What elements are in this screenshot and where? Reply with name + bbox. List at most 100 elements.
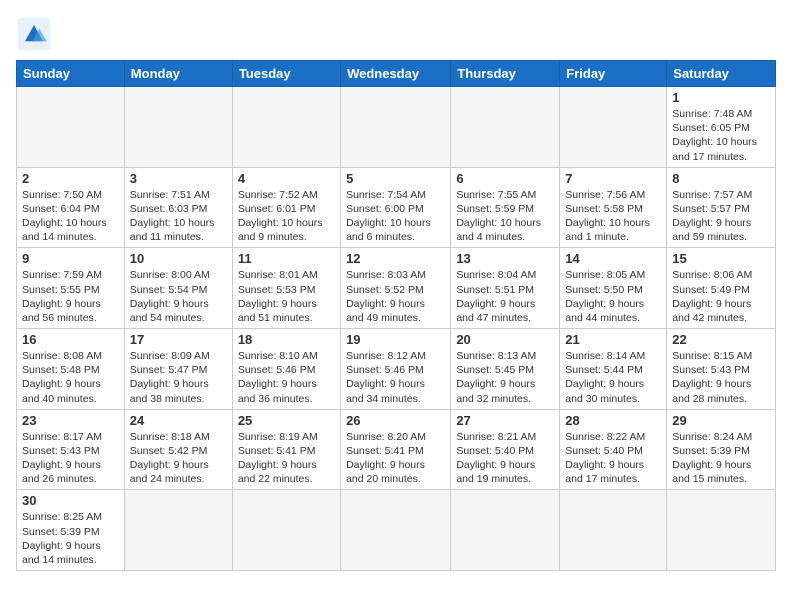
calendar-day [17, 87, 125, 168]
calendar-day: 22 Sunrise: 8:15 AM Sunset: 5:43 PM Dayli… [667, 329, 776, 410]
day-number: 16 [22, 332, 119, 347]
day-number: 3 [130, 171, 227, 186]
calendar-day [124, 87, 232, 168]
calendar-day: 8 Sunrise: 7:57 AM Sunset: 5:57 PM Daylig… [667, 167, 776, 248]
day-info: Sunrise: 8:00 AM Sunset: 5:54 PM Dayligh… [130, 268, 227, 325]
day-number: 9 [22, 251, 119, 266]
day-number: 20 [456, 332, 554, 347]
day-number: 4 [238, 171, 335, 186]
calendar-day [341, 87, 451, 168]
calendar-day: 10 Sunrise: 8:00 AM Sunset: 5:54 PM Dayli… [124, 248, 232, 329]
day-info: Sunrise: 8:08 AM Sunset: 5:48 PM Dayligh… [22, 349, 119, 406]
calendar-day: 17Sunrise: 8:09 AM Sunset: 5:47 PM Dayli… [124, 329, 232, 410]
day-number: 1 [672, 90, 770, 105]
calendar-header-row: SundayMondayTuesdayWednesdayThursdayFrid… [17, 61, 776, 87]
calendar-day: 6 Sunrise: 7:55 AM Sunset: 5:59 PM Daylig… [451, 167, 560, 248]
day-number: 8 [672, 171, 770, 186]
day-info: Sunrise: 8:09 AM Sunset: 5:47 PM Dayligh… [130, 349, 227, 406]
day-info: Sunrise: 8:10 AM Sunset: 5:46 PM Dayligh… [238, 349, 335, 406]
day-number: 7 [565, 171, 661, 186]
calendar-day: 12 Sunrise: 8:03 AM Sunset: 5:52 PM Dayli… [341, 248, 451, 329]
weekday-header-monday: Monday [124, 61, 232, 87]
day-info: Sunrise: 8:03 AM Sunset: 5:52 PM Dayligh… [346, 268, 445, 325]
calendar-day: 21Sunrise: 8:14 AM Sunset: 5:44 PM Dayli… [560, 329, 667, 410]
day-info: Sunrise: 8:13 AM Sunset: 5:45 PM Dayligh… [456, 349, 554, 406]
weekday-header-thursday: Thursday [451, 61, 560, 87]
day-info: Sunrise: 7:54 AM Sunset: 6:00 PM Dayligh… [346, 188, 445, 245]
logo-icon [16, 16, 52, 52]
day-info: Sunrise: 8:14 AM Sunset: 5:44 PM Dayligh… [565, 349, 661, 406]
day-info: Sunrise: 8:20 AM Sunset: 5:41 PM Dayligh… [346, 430, 445, 487]
day-info: Sunrise: 8:17 AM Sunset: 5:43 PM Dayligh… [22, 430, 119, 487]
day-number: 23 [22, 413, 119, 428]
day-number: 15 [672, 251, 770, 266]
calendar-day: 18 Sunrise: 8:10 AM Sunset: 5:46 PM Dayli… [232, 329, 340, 410]
day-info: Sunrise: 8:25 AM Sunset: 5:39 PM Dayligh… [22, 510, 119, 567]
calendar-day: 11 Sunrise: 8:01 AM Sunset: 5:53 PM Dayli… [232, 248, 340, 329]
weekday-header-sunday: Sunday [17, 61, 125, 87]
calendar-day: 26 Sunrise: 8:20 AM Sunset: 5:41 PM Dayli… [341, 409, 451, 490]
calendar-day [451, 490, 560, 571]
day-info: Sunrise: 8:18 AM Sunset: 5:42 PM Dayligh… [130, 430, 227, 487]
day-info: Sunrise: 7:56 AM Sunset: 5:58 PM Dayligh… [565, 188, 661, 245]
day-info: Sunrise: 8:01 AM Sunset: 5:53 PM Dayligh… [238, 268, 335, 325]
day-info: Sunrise: 7:52 AM Sunset: 6:01 PM Dayligh… [238, 188, 335, 245]
calendar-week-row-5: 30 Sunrise: 8:25 AM Sunset: 5:39 PM Dayli… [17, 490, 776, 571]
page-header [16, 16, 776, 52]
day-info: Sunrise: 7:55 AM Sunset: 5:59 PM Dayligh… [456, 188, 554, 245]
calendar-day: 7 Sunrise: 7:56 AM Sunset: 5:58 PM Daylig… [560, 167, 667, 248]
day-info: Sunrise: 7:57 AM Sunset: 5:57 PM Dayligh… [672, 188, 770, 245]
calendar-day: 30 Sunrise: 8:25 AM Sunset: 5:39 PM Dayli… [17, 490, 125, 571]
calendar-day [560, 490, 667, 571]
calendar-week-row-4: 23 Sunrise: 8:17 AM Sunset: 5:43 PM Dayli… [17, 409, 776, 490]
day-info: Sunrise: 7:59 AM Sunset: 5:55 PM Dayligh… [22, 268, 119, 325]
calendar-day: 3 Sunrise: 7:51 AM Sunset: 6:03 PM Daylig… [124, 167, 232, 248]
day-info: Sunrise: 8:24 AM Sunset: 5:39 PM Dayligh… [672, 430, 770, 487]
day-number: 19 [346, 332, 445, 347]
calendar-day [124, 490, 232, 571]
day-number: 2 [22, 171, 119, 186]
page-container: SundayMondayTuesdayWednesdayThursdayFrid… [0, 0, 792, 579]
day-info: Sunrise: 8:15 AM Sunset: 5:43 PM Dayligh… [672, 349, 770, 406]
calendar-day: 25Sunrise: 8:19 AM Sunset: 5:41 PM Dayli… [232, 409, 340, 490]
weekday-header-saturday: Saturday [667, 61, 776, 87]
calendar-day: 5Sunrise: 7:54 AM Sunset: 6:00 PM Daylig… [341, 167, 451, 248]
calendar-day: 16 Sunrise: 8:08 AM Sunset: 5:48 PM Dayli… [17, 329, 125, 410]
calendar-day: 9 Sunrise: 7:59 AM Sunset: 5:55 PM Daylig… [17, 248, 125, 329]
day-info: Sunrise: 8:12 AM Sunset: 5:46 PM Dayligh… [346, 349, 445, 406]
calendar-week-row-3: 16 Sunrise: 8:08 AM Sunset: 5:48 PM Dayli… [17, 329, 776, 410]
weekday-header-wednesday: Wednesday [341, 61, 451, 87]
calendar-week-row-2: 9 Sunrise: 7:59 AM Sunset: 5:55 PM Daylig… [17, 248, 776, 329]
day-info: Sunrise: 8:21 AM Sunset: 5:40 PM Dayligh… [456, 430, 554, 487]
day-number: 24 [130, 413, 227, 428]
calendar-day: 20 Sunrise: 8:13 AM Sunset: 5:45 PM Dayli… [451, 329, 560, 410]
calendar-day: 29 Sunrise: 8:24 AM Sunset: 5:39 PM Dayli… [667, 409, 776, 490]
day-number: 29 [672, 413, 770, 428]
weekday-header-tuesday: Tuesday [232, 61, 340, 87]
logo [16, 16, 58, 52]
day-number: 12 [346, 251, 445, 266]
day-info: Sunrise: 8:19 AM Sunset: 5:41 PM Dayligh… [238, 430, 335, 487]
day-info: Sunrise: 8:04 AM Sunset: 5:51 PM Dayligh… [456, 268, 554, 325]
day-number: 18 [238, 332, 335, 347]
day-number: 27 [456, 413, 554, 428]
calendar-table: SundayMondayTuesdayWednesdayThursdayFrid… [16, 60, 776, 571]
day-info: Sunrise: 8:06 AM Sunset: 5:49 PM Dayligh… [672, 268, 770, 325]
calendar-day: 4 Sunrise: 7:52 AM Sunset: 6:01 PM Daylig… [232, 167, 340, 248]
calendar-day [667, 490, 776, 571]
calendar-day [560, 87, 667, 168]
day-number: 30 [22, 493, 119, 508]
day-info: Sunrise: 7:50 AM Sunset: 6:04 PM Dayligh… [22, 188, 119, 245]
day-number: 26 [346, 413, 445, 428]
day-number: 11 [238, 251, 335, 266]
calendar-day: 2 Sunrise: 7:50 AM Sunset: 6:04 PM Daylig… [17, 167, 125, 248]
day-number: 13 [456, 251, 554, 266]
day-info: Sunrise: 7:51 AM Sunset: 6:03 PM Dayligh… [130, 188, 227, 245]
calendar-day [341, 490, 451, 571]
calendar-day: 28Sunrise: 8:22 AM Sunset: 5:40 PM Dayli… [560, 409, 667, 490]
day-number: 10 [130, 251, 227, 266]
day-number: 22 [672, 332, 770, 347]
calendar-day [232, 87, 340, 168]
calendar-day: 1Sunrise: 7:48 AM Sunset: 6:05 PM Daylig… [667, 87, 776, 168]
day-number: 6 [456, 171, 554, 186]
